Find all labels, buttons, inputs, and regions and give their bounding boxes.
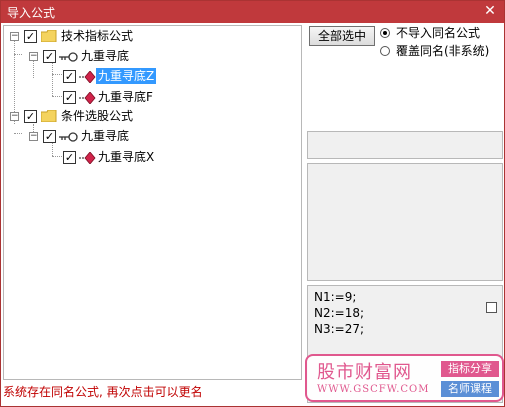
tree-node-formula-group[interactable]: − ✓ 九重寻底 <box>4 128 294 146</box>
description-box <box>307 131 503 159</box>
collapse-toggle[interactable]: − <box>29 132 38 141</box>
watermark-tag-course: 名师课程 <box>441 381 499 397</box>
tree-node-label: 九重寻底 <box>81 49 130 63</box>
close-icon[interactable]: ✕ <box>482 3 498 19</box>
tree-node-label: 九重寻底F <box>98 90 153 104</box>
preview-checkbox[interactable] <box>486 302 497 313</box>
node-checkbox[interactable]: ✓ <box>63 151 76 164</box>
tree-node-formula-f[interactable]: ✓ 九重寻底F <box>4 89 294 107</box>
code-line: N3:=27; <box>314 322 365 336</box>
collapse-toggle[interactable]: − <box>29 52 38 61</box>
code-line: N1:=9; <box>314 290 357 304</box>
key-icon <box>59 52 78 62</box>
tree-node-formula-group[interactable]: − ✓ 九重寻底 <box>4 48 294 66</box>
node-checkbox[interactable]: ✓ <box>43 50 56 63</box>
watermark-brand: 股市财富网 <box>317 362 412 383</box>
site-watermark: 股市财富网 WWW.GSCFW.COM 指标分享 名师课程 <box>305 354 504 402</box>
import-formula-dialog: 导入公式 ✕ − ✓ 技术指标公式 − ✓ 九重寻底 ✓ 九重寻底Z ✓ 九重寻… <box>0 0 505 407</box>
tree-node-tech-indicators[interactable]: − ✓ 技术指标公式 <box>4 28 294 46</box>
status-message: 系统存在同名公式, 再次点击可以更名 <box>3 385 203 399</box>
tree-node-label: 九重寻底X <box>98 150 155 164</box>
watermark-tag-share: 指标分享 <box>441 361 499 377</box>
info-box <box>307 163 503 281</box>
node-checkbox[interactable]: ✓ <box>63 70 76 83</box>
key-icon <box>59 132 78 142</box>
node-checkbox[interactable]: ✓ <box>24 30 37 43</box>
tree-node-label: 技术指标公式 <box>61 29 134 43</box>
select-all-button[interactable]: 全部选中 <box>309 26 375 46</box>
node-checkbox[interactable]: ✓ <box>63 91 76 104</box>
tree-node-label: 条件选股公式 <box>61 109 134 123</box>
formula-gem-icon <box>79 71 96 83</box>
node-checkbox[interactable]: ✓ <box>43 130 56 143</box>
radio-selected-dot <box>383 31 387 35</box>
code-line: N2:=18; <box>314 306 365 320</box>
tree-node-label: 九重寻底Z <box>96 68 157 84</box>
radio-skip-duplicates[interactable] <box>380 28 390 38</box>
watermark-url: WWW.GSCFW.COM <box>317 384 430 395</box>
title-bar[interactable]: 导入公式 ✕ <box>1 1 504 23</box>
collapse-toggle[interactable]: − <box>10 112 19 121</box>
radio-overwrite-duplicates[interactable] <box>380 46 390 56</box>
folder-icon <box>41 110 57 122</box>
formula-tree[interactable]: − ✓ 技术指标公式 − ✓ 九重寻底 ✓ 九重寻底Z ✓ 九重寻底F − ✓ … <box>3 25 302 380</box>
radio-skip-label[interactable]: 不导入同名公式 <box>396 26 480 40</box>
node-checkbox[interactable]: ✓ <box>24 110 37 123</box>
formula-gem-icon <box>79 152 96 164</box>
window-title: 导入公式 <box>7 6 56 20</box>
folder-icon <box>41 30 57 42</box>
tree-node-stock-screening[interactable]: − ✓ 条件选股公式 <box>4 108 294 126</box>
collapse-toggle[interactable]: − <box>10 32 19 41</box>
formula-gem-icon <box>79 92 96 104</box>
tree-node-formula-x[interactable]: ✓ 九重寻底X <box>4 149 294 167</box>
tree-node-formula-z[interactable]: ✓ 九重寻底Z <box>4 68 294 86</box>
tree-node-label: 九重寻底 <box>81 129 130 143</box>
radio-overwrite-label[interactable]: 覆盖同名(非系统) <box>396 44 489 58</box>
